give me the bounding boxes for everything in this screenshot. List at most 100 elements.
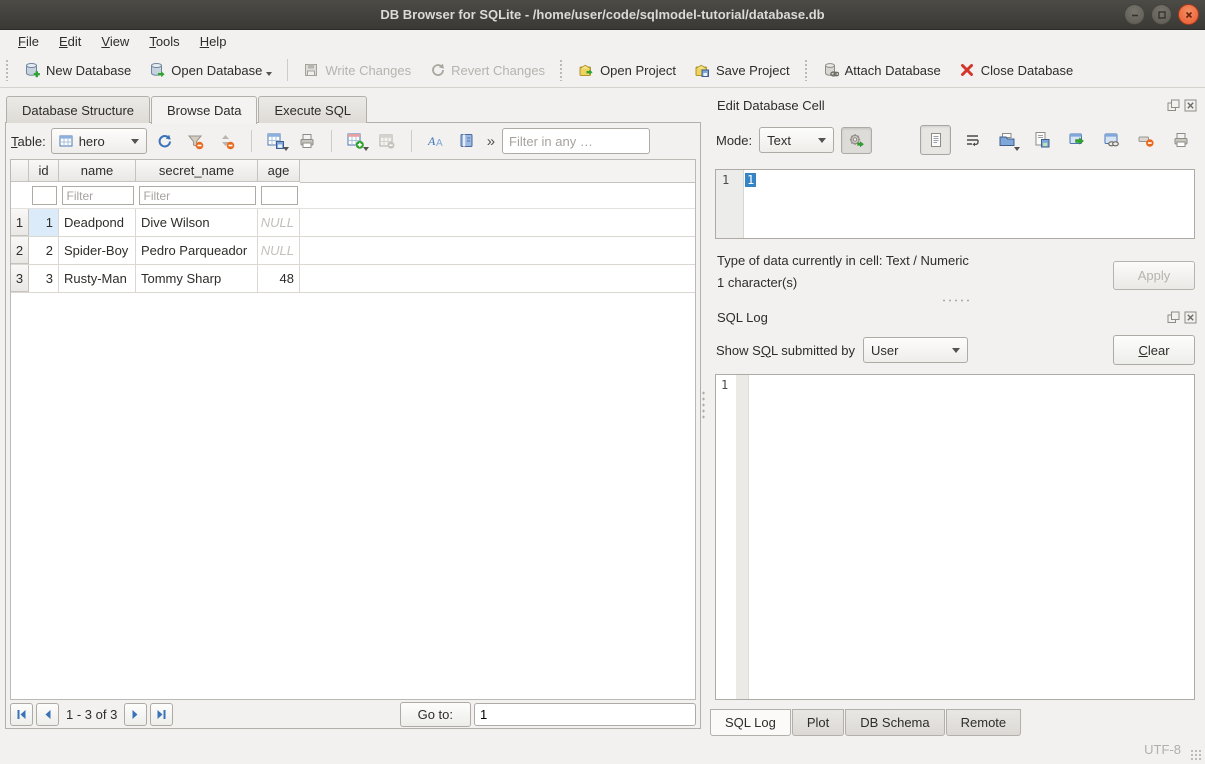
last-record-button[interactable] — [150, 703, 173, 726]
set-null-button[interactable] — [1132, 127, 1160, 153]
row-header[interactable]: 2 — [11, 237, 29, 264]
cell-age[interactable]: NULL — [258, 237, 300, 264]
clear-log-button[interactable]: Clear — [1113, 335, 1195, 365]
cell-id[interactable]: 2 — [29, 237, 59, 264]
dock-close-icon[interactable] — [1184, 311, 1197, 324]
export-cell-data-button[interactable] — [1028, 127, 1056, 153]
insert-record-dropdown-icon[interactable] — [363, 147, 369, 151]
minimize-button[interactable] — [1124, 4, 1145, 25]
maximize-button[interactable] — [1151, 4, 1172, 25]
format-toggle-button[interactable]: AA — [423, 128, 449, 154]
clear-filters-button[interactable] — [183, 128, 209, 154]
cell-id[interactable]: 3 — [29, 265, 59, 292]
cell-secret-name[interactable]: Dive Wilson — [136, 209, 258, 236]
tab-database-structure[interactable]: Database Structure — [6, 96, 150, 123]
filter-input-id[interactable] — [32, 186, 57, 205]
table-select[interactable]: hero — [51, 128, 147, 154]
sql-log-editor[interactable]: 1 — [715, 374, 1195, 700]
export-table-button[interactable] — [263, 128, 289, 154]
toolbar-grip[interactable] — [5, 59, 10, 81]
new-database-button[interactable]: New Database — [15, 58, 140, 82]
apply-cell-button[interactable] — [1063, 127, 1091, 153]
menu-edit[interactable]: Edit — [49, 32, 91, 51]
menu-view[interactable]: View — [91, 32, 139, 51]
cell-editor[interactable]: 1 1 — [715, 169, 1195, 239]
sql-source-select[interactable]: User — [863, 337, 968, 363]
goto-input[interactable] — [474, 703, 696, 726]
close-database-button[interactable]: Close Database — [950, 58, 1083, 82]
menu-tools[interactable]: Tools — [139, 32, 189, 51]
dock-float-icon[interactable] — [1167, 311, 1180, 324]
cell-secret-name[interactable]: Pedro Parqueador — [136, 237, 258, 264]
titlebar[interactable]: DB Browser for SQLite - /home/user/code/… — [0, 0, 1205, 30]
refresh-button[interactable] — [152, 128, 178, 154]
row-header[interactable]: 3 — [11, 265, 29, 292]
menu-help[interactable]: Help — [190, 32, 237, 51]
open-database-dropdown-icon[interactable] — [266, 72, 272, 76]
open-in-external-button[interactable] — [1098, 127, 1126, 153]
open-database-button[interactable]: Open Database — [140, 58, 281, 82]
column-header-secret-name[interactable]: secret_name — [136, 160, 258, 182]
cell-id[interactable]: 1 — [29, 209, 59, 236]
goto-button[interactable]: Go to: — [400, 702, 471, 727]
row-header[interactable]: 1 — [11, 209, 29, 236]
previous-record-button[interactable] — [36, 703, 59, 726]
set-null-icon — [1137, 131, 1155, 149]
import-cell-data-button[interactable] — [993, 127, 1021, 153]
cell-name[interactable]: Spider-Boy — [59, 237, 136, 264]
binary-view-button[interactable] — [454, 128, 480, 154]
next-record-button[interactable] — [124, 703, 147, 726]
column-header-age[interactable]: age — [258, 160, 300, 182]
dock-close-icon[interactable] — [1184, 99, 1197, 112]
resize-grip[interactable] — [1190, 749, 1202, 761]
toolbar-grip[interactable] — [559, 59, 564, 81]
open-project-button[interactable]: Open Project — [569, 58, 685, 82]
table-row: 3 3 Rusty-Man Tommy Sharp 48 — [11, 265, 695, 293]
filter-input-secret-name[interactable] — [139, 186, 256, 205]
cell-name[interactable]: Deadpond — [59, 209, 136, 236]
insert-record-button[interactable] — [343, 128, 369, 154]
tab-remote[interactable]: Remote — [946, 709, 1022, 736]
tab-browse-data[interactable]: Browse Data — [151, 96, 257, 124]
print-cell-button[interactable] — [1167, 127, 1195, 153]
grid-corner-header[interactable] — [11, 160, 29, 182]
svg-text:A: A — [427, 134, 436, 148]
close-button[interactable] — [1178, 4, 1199, 25]
new-database-icon — [24, 62, 40, 78]
filter-input-name[interactable] — [62, 186, 134, 205]
cell-editor-toolbar: Mode: Text — [706, 123, 1205, 157]
clear-sorting-button[interactable] — [214, 128, 240, 154]
import-dropdown-icon[interactable] — [1014, 147, 1020, 151]
filter-input-age[interactable] — [261, 186, 298, 205]
cell-editor-content[interactable]: 1 — [745, 173, 756, 187]
sql-log-title: SQL Log — [717, 310, 768, 325]
attach-database-button[interactable]: Attach Database — [814, 58, 950, 82]
chevron-down-icon — [952, 348, 960, 353]
print-table-button[interactable] — [294, 128, 320, 154]
export-table-dropdown-icon[interactable] — [283, 147, 289, 151]
cell-age[interactable]: 48 — [258, 265, 300, 292]
tab-plot[interactable]: Plot — [792, 709, 844, 736]
dock-float-icon[interactable] — [1167, 99, 1180, 112]
cell-name[interactable]: Rusty-Man — [59, 265, 136, 292]
word-wrap-button[interactable] — [958, 127, 986, 153]
mode-select[interactable]: Text — [759, 127, 834, 153]
toolbar-overflow-chevron[interactable]: » — [485, 133, 497, 150]
first-record-button[interactable] — [10, 703, 33, 726]
column-header-name[interactable]: name — [59, 160, 136, 182]
save-project-button[interactable]: Save Project — [685, 58, 799, 82]
tab-db-schema[interactable]: DB Schema — [845, 709, 944, 736]
dock-splitter-handle[interactable] — [941, 298, 971, 303]
menu-file[interactable]: File — [8, 32, 49, 51]
tab-execute-sql[interactable]: Execute SQL — [258, 96, 367, 123]
auto-switch-mode-button[interactable] — [841, 127, 872, 154]
cell-age[interactable]: NULL — [258, 209, 300, 236]
tab-sql-log[interactable]: SQL Log — [710, 709, 791, 736]
filter-any-input[interactable] — [502, 128, 650, 154]
cell-info-row: Type of data currently in cell: Text / N… — [717, 253, 1195, 290]
table-row: 2 2 Spider-Boy Pedro Parqueador NULL — [11, 237, 695, 265]
text-mode-toggle-button[interactable] — [920, 125, 952, 155]
cell-secret-name[interactable]: Tommy Sharp — [136, 265, 258, 292]
column-header-id[interactable]: id — [29, 160, 59, 182]
toolbar-grip[interactable] — [804, 59, 809, 81]
